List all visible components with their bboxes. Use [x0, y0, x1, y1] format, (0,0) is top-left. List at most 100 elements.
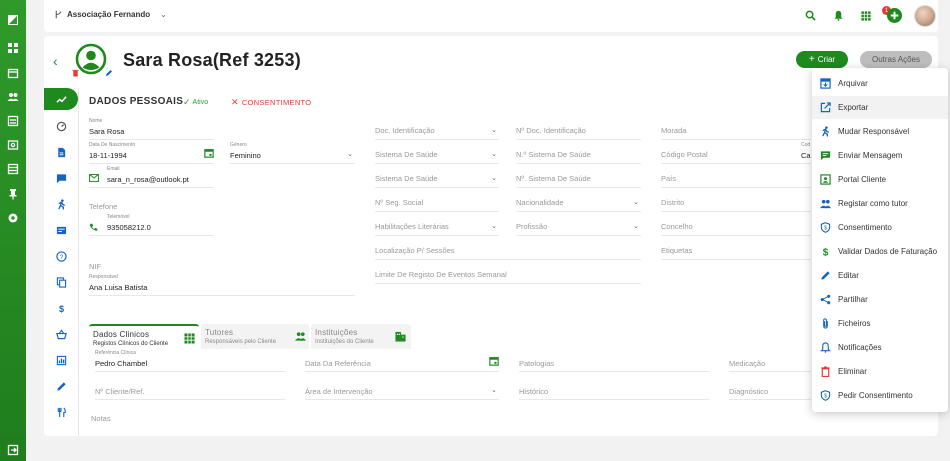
tab-meals[interactable] [44, 401, 78, 423]
menu-item-registar-tutor[interactable]: Registar como tutor [812, 192, 948, 215]
back-arrow-icon[interactable]: ‹ [53, 53, 58, 69]
n-cliente-field[interactable]: Nº Cliente/Ref. [95, 378, 285, 400]
responsavel-field[interactable]: Responsável Ana Luisa Batista [89, 274, 355, 296]
export-icon [820, 102, 831, 113]
concelho-field[interactable]: Concelho [661, 214, 811, 236]
user-avatar[interactable] [914, 5, 936, 27]
patologias-field[interactable]: Patologias [519, 350, 709, 372]
data-referencia-field[interactable]: Data Da Referência [305, 350, 499, 372]
outras-acoes-label: Outras Ações [871, 55, 921, 64]
etiquetas-field[interactable]: Etiquetas [661, 238, 811, 260]
menu-item-mudar-responsavel[interactable]: Mudar Responsável [812, 120, 948, 143]
subtab-instituicoes[interactable]: Instituições Instituições do Cliente [311, 324, 411, 349]
menu-item-pedir-consentimento[interactable]: $ Pedir Consentimento [812, 384, 948, 407]
subtab-subtitle: Instituições do Cliente [315, 339, 374, 345]
menu-item-arquivar[interactable]: Arquivar [812, 72, 948, 95]
telemovel-field[interactable]: Telemóvel 935058212.0 [89, 214, 214, 236]
profissao-field[interactable]: Profissão ⌄ [516, 214, 641, 236]
habilitacoes-field[interactable]: Habilitações Literárias ⌄ [375, 214, 499, 236]
nome-field[interactable]: Nome Sara Rosa [89, 118, 214, 140]
diagnostico-field[interactable]: Diagnóstico [729, 378, 811, 400]
bell-icon[interactable] [832, 9, 845, 22]
subtab-tutores[interactable]: Tutores Responsáveis pelo Cliente [201, 324, 309, 349]
nacionalidade-field[interactable]: Nacionalidade ⌄ [516, 190, 641, 212]
apps-grid-icon[interactable] [859, 9, 872, 22]
users-icon[interactable] [6, 90, 20, 104]
birthdate-field[interactable]: Data De Nascimento 18-11-1994 [89, 142, 214, 164]
app-logo-icon[interactable] [6, 13, 20, 27]
doc-ident-field[interactable]: Doc. Identificação ⌄ [375, 118, 499, 140]
menu-item-portal-cliente[interactable]: Portal Cliente [812, 168, 948, 191]
menu-item-label: Mudar Responsável [838, 127, 910, 136]
tab-reports[interactable] [44, 349, 78, 371]
pin-icon[interactable] [6, 187, 20, 201]
table-icon[interactable] [6, 162, 20, 176]
medicacao-field[interactable]: Medicação [729, 350, 811, 372]
menu-item-eliminar[interactable]: Eliminar [812, 360, 948, 383]
menu-item-editar[interactable]: Editar [812, 264, 948, 287]
outras-acoes-button[interactable]: Outras Ações [860, 51, 932, 68]
calendar-icon[interactable] [6, 66, 20, 80]
list-icon[interactable] [6, 114, 20, 128]
tab-trend[interactable] [44, 88, 78, 110]
nif-field[interactable]: NIF [89, 252, 214, 274]
search-icon[interactable] [804, 9, 817, 22]
org-selector[interactable]: Associação Fernando ⌄ [54, 10, 167, 19]
genero-field[interactable]: Género Feminino ⌄ [230, 142, 355, 164]
distrito-field[interactable]: Distrito [661, 190, 811, 212]
tab-documents[interactable] [44, 141, 78, 163]
tab-copies[interactable] [44, 271, 78, 293]
criar-button[interactable]: + Criar [796, 51, 848, 68]
add-circle-icon[interactable] [887, 8, 902, 23]
notas-field[interactable]: Notas [91, 404, 811, 426]
localizacao-field[interactable]: Localização P/ Sessões [375, 238, 641, 260]
ref-clinica-field[interactable]: Referência Clínica Pedro Chambel [95, 350, 285, 372]
menu-item-enviar-mensagem[interactable]: Enviar Mensagem [812, 144, 948, 167]
tab-basket[interactable] [44, 323, 78, 345]
menu-item-ficheiros[interactable]: Ficheiros [812, 312, 948, 335]
email-field[interactable]: Email sara_n_rosa@outlook.pt [89, 166, 214, 188]
consent-status[interactable]: ✕ CONSENTIMENTO [231, 97, 311, 108]
sist-saude-1-field[interactable]: Sistema De Saúde ⌄ [375, 142, 499, 164]
calendar-icon[interactable] [489, 356, 499, 366]
seg-social-field[interactable]: Nº Seg. Social [375, 190, 499, 212]
email-value: sara_n_rosa@outlook.pt [107, 175, 189, 184]
morada-field[interactable]: Morada [661, 118, 811, 140]
calendar-icon[interactable] [204, 148, 214, 158]
historico-field[interactable]: Histórico [519, 378, 709, 400]
tab-notes[interactable] [44, 375, 78, 397]
cod-field[interactable]: Cod Ca [801, 142, 811, 164]
sist-saude-2-placeholder: Sistema De Saúde [375, 174, 438, 183]
settings-icon[interactable] [6, 211, 20, 225]
telefone-field[interactable]: Telefone [89, 190, 214, 212]
personal-data-section: DADOS PESSOAIS ✓ Ativo ✕ CONSENTIMENTO N… [78, 88, 934, 436]
sist-saude-2-field[interactable]: Sistema De Saúde ⌄ [375, 166, 499, 188]
menu-item-notificacoes[interactable]: Notificações [812, 336, 948, 359]
delete-photo-icon[interactable] [72, 69, 79, 77]
pais-field[interactable]: País [661, 166, 811, 188]
tab-dashboard[interactable] [44, 115, 78, 137]
tab-billing[interactable] [44, 219, 78, 241]
n-sist-saude-1-field[interactable]: N.º Sistema De Saúde [516, 142, 641, 164]
n-doc-ident-field[interactable]: Nº Doc. Identificação [516, 118, 641, 140]
limite-field[interactable]: Limite De Registo De Eventos Semanal [375, 262, 641, 284]
app-rail [0, 0, 26, 461]
billing-icon[interactable] [6, 138, 20, 152]
menu-item-exportar[interactable]: Exportar [812, 96, 948, 119]
codigo-postal-field[interactable]: Código Postal [661, 142, 811, 164]
logout-icon[interactable] [6, 443, 20, 457]
subtab-dados-clinicos[interactable]: Dados Clinicos Registos Clínicos do Clie… [89, 324, 199, 349]
menu-item-partilhar[interactable]: Partilhar [812, 288, 948, 311]
tab-payments[interactable]: $ [44, 297, 78, 319]
dashboard-icon[interactable] [6, 41, 20, 55]
doc-ident-placeholder: Doc. Identificação [375, 126, 435, 135]
tab-activity[interactable] [44, 193, 78, 215]
menu-item-validar-faturacao[interactable]: $ Validar Dados de Faturação [812, 240, 948, 263]
edit-photo-icon[interactable] [105, 69, 113, 77]
n-sist-saude-2-field[interactable]: Nº. Sistema De Saúde [516, 166, 641, 188]
chevron-down-icon: ⌄ [160, 10, 167, 19]
tab-help[interactable]: ? [44, 245, 78, 267]
menu-item-consentimento[interactable]: $ Consentimento [812, 216, 948, 239]
area-intervencao-field[interactable]: Área de Intervenção ⌄ [305, 378, 499, 400]
tab-messages[interactable] [44, 167, 78, 189]
